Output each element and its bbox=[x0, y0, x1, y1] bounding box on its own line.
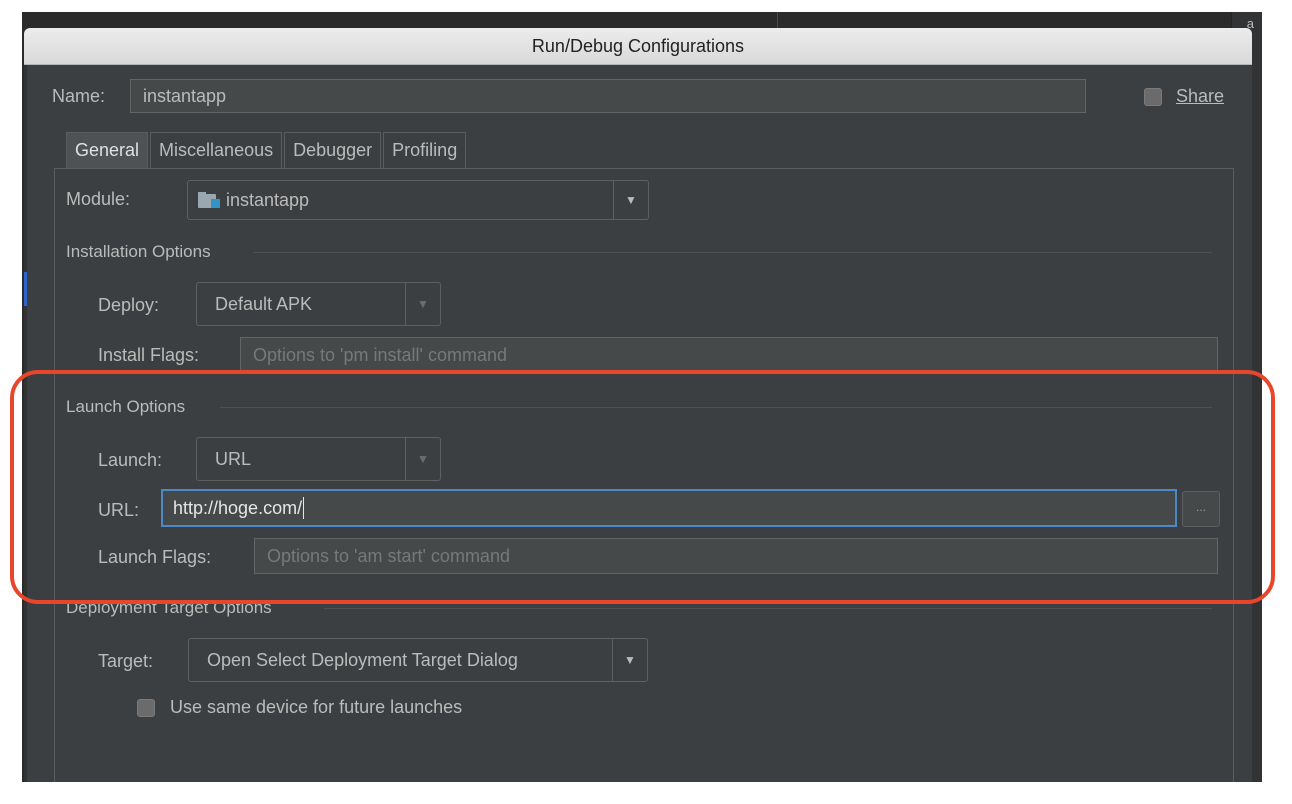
tab-general[interactable]: General bbox=[66, 132, 149, 168]
launch-combo[interactable]: URL ▼ bbox=[196, 437, 441, 481]
target-combo[interactable]: Open Select Deployment Target Dialog ▼ bbox=[188, 638, 648, 682]
deployment-section-line bbox=[324, 608, 1212, 609]
launch-section-line bbox=[220, 407, 1212, 408]
name-input-value: instantapp bbox=[143, 85, 227, 106]
tab-profiling[interactable]: Profiling bbox=[383, 132, 467, 168]
config-tree-selection[interactable] bbox=[24, 272, 27, 306]
module-combo[interactable]: instantapp ▼ bbox=[187, 180, 649, 220]
launch-section-title: Launch Options bbox=[66, 397, 186, 416]
url-browse-button[interactable]: ... bbox=[1182, 491, 1220, 527]
chevron-down-icon[interactable]: ▼ bbox=[405, 438, 440, 480]
config-tree-rail bbox=[24, 65, 27, 782]
launch-flags-label: Launch Flags: bbox=[98, 547, 212, 567]
same-device-checkbox[interactable] bbox=[137, 699, 155, 717]
dialog-title: Run/Debug Configurations bbox=[24, 28, 1252, 65]
launch-flags-placeholder: Options to 'am start' command bbox=[267, 545, 510, 566]
launch-label: Launch: bbox=[98, 450, 163, 470]
share-label-text: Share bbox=[1176, 86, 1225, 106]
install-flags-placeholder: Options to 'pm install' command bbox=[253, 344, 507, 365]
deployment-section-title: Deployment Target Options bbox=[66, 598, 272, 617]
tab-miscellaneous[interactable]: Miscellaneous bbox=[150, 132, 283, 168]
tab-debugger[interactable]: Debugger bbox=[284, 132, 382, 168]
same-device-label[interactable]: Use same device for future launches bbox=[170, 697, 462, 718]
launch-value: URL bbox=[215, 448, 252, 469]
run-debug-dialog: Run/Debug Configurations Name: instantap… bbox=[24, 28, 1252, 782]
module-label: Module: bbox=[66, 189, 131, 209]
install-flags-label: Install Flags: bbox=[98, 345, 200, 365]
installation-section-title: Installation Options bbox=[66, 242, 211, 261]
installation-section-line bbox=[254, 252, 1212, 253]
module-value: instantapp bbox=[226, 189, 310, 210]
install-flags-input[interactable]: Options to 'pm install' command bbox=[240, 337, 1218, 373]
url-label: URL: bbox=[98, 500, 140, 520]
url-input[interactable]: http://hoge.com/ bbox=[161, 489, 1177, 527]
share-checkbox[interactable] bbox=[1144, 88, 1162, 106]
chevron-down-icon[interactable]: ▼ bbox=[613, 181, 648, 219]
deploy-label: Deploy: bbox=[98, 295, 160, 315]
launch-flags-input[interactable]: Options to 'am start' command bbox=[254, 538, 1218, 574]
deploy-value: Default APK bbox=[215, 293, 313, 314]
name-label: Name: bbox=[52, 86, 106, 106]
chevron-down-icon[interactable]: ▼ bbox=[405, 283, 440, 325]
target-value: Open Select Deployment Target Dialog bbox=[207, 649, 518, 670]
text-caret bbox=[303, 497, 305, 519]
screenshot-frame: a Run/Debug Configurations Name: instant… bbox=[0, 0, 1292, 804]
chevron-down-icon[interactable]: ▼ bbox=[612, 639, 647, 681]
url-input-value: http://hoge.com/ bbox=[173, 497, 303, 518]
deploy-combo[interactable]: Default APK ▼ bbox=[196, 282, 441, 326]
share-label[interactable]: Share bbox=[1176, 86, 1224, 107]
config-tabs: General Miscellaneous Debugger Profiling bbox=[66, 132, 468, 168]
folder-icon bbox=[198, 192, 220, 208]
name-input[interactable]: instantapp bbox=[130, 79, 1086, 113]
target-label: Target: bbox=[98, 651, 154, 671]
